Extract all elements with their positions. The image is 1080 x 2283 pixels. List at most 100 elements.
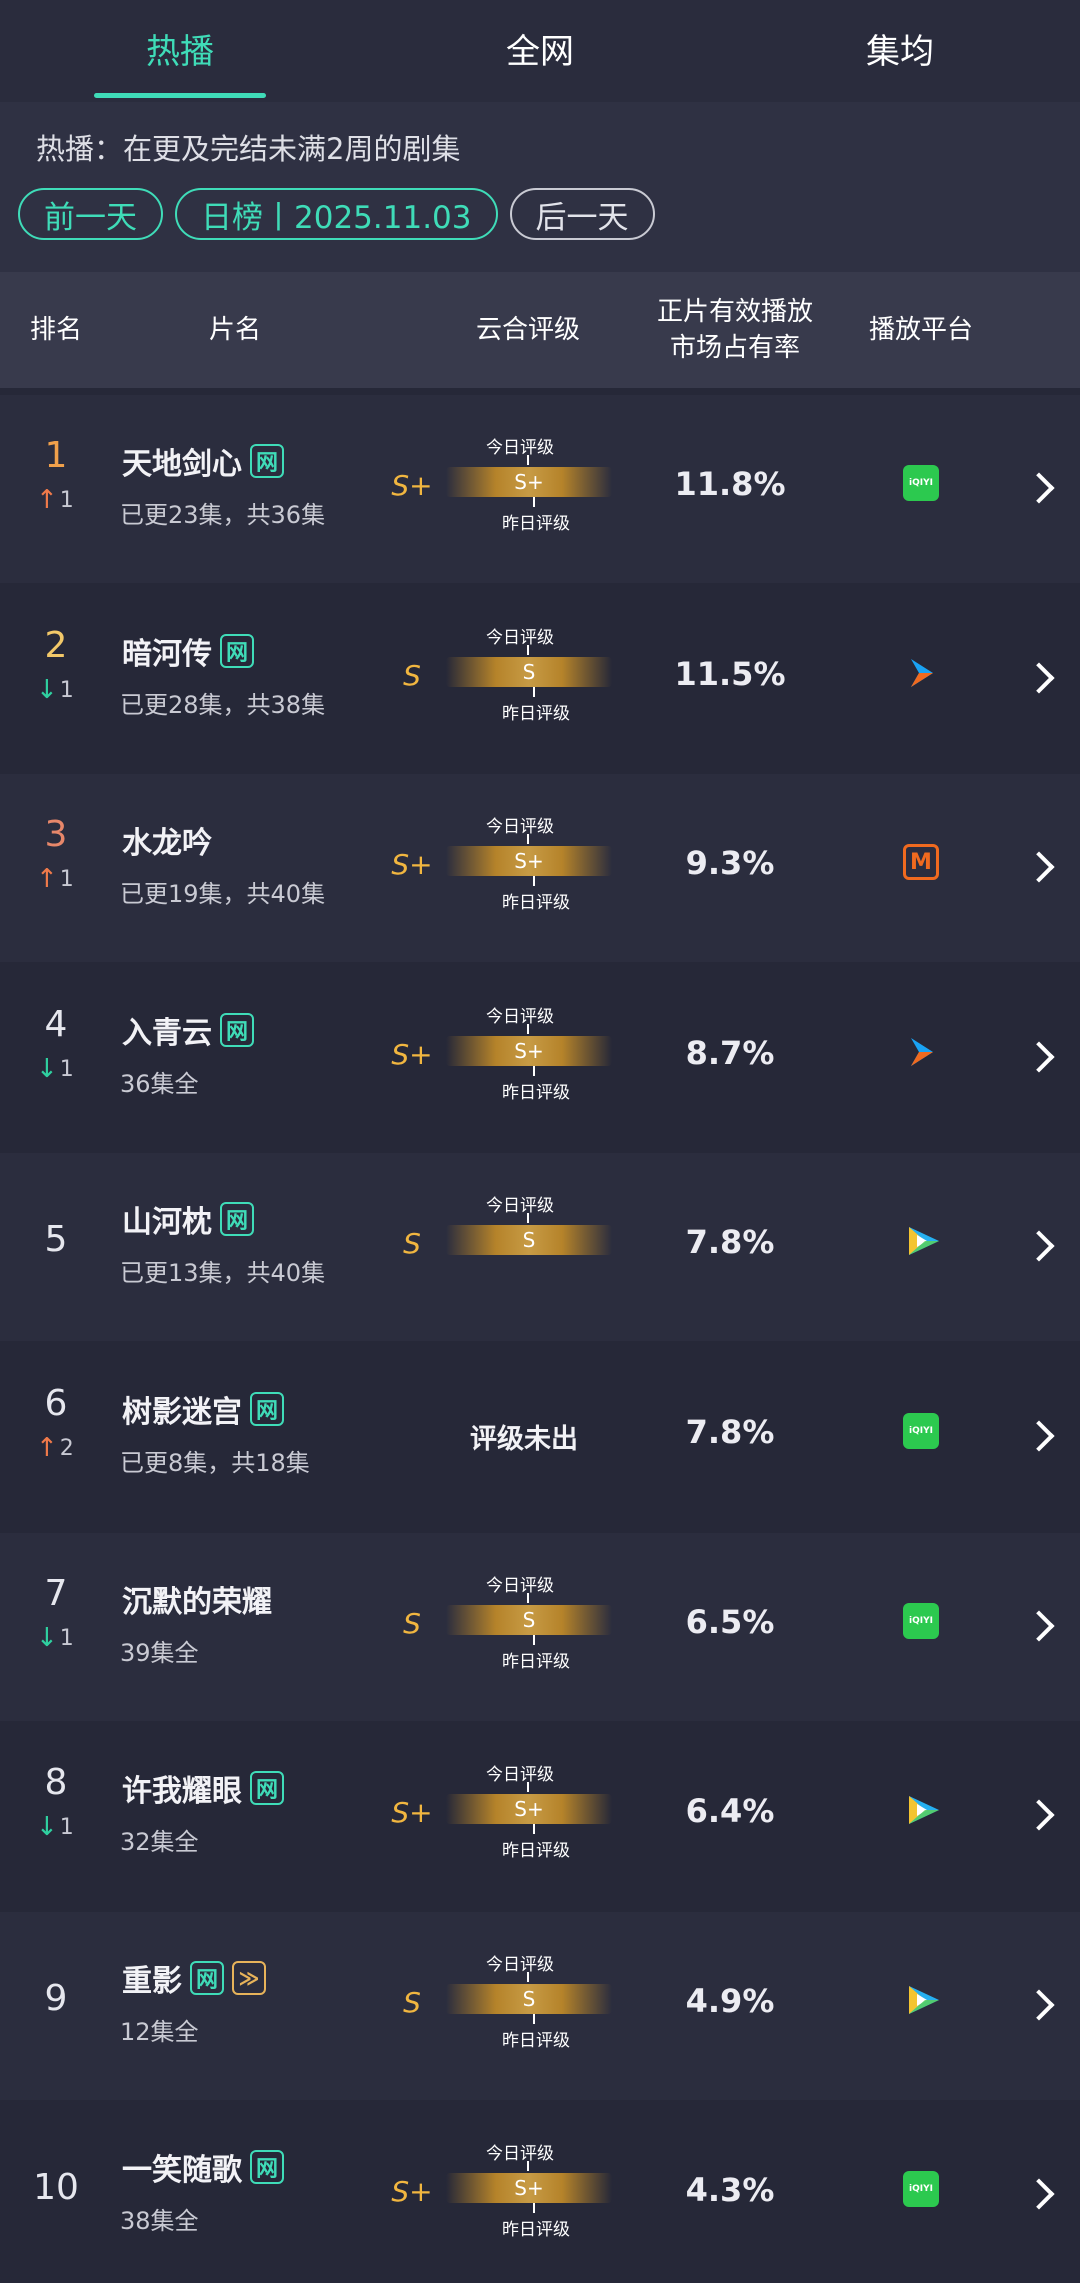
show-title-text: 天地剑心 [122, 447, 242, 482]
tab-per-episode[interactable]: 集均 [720, 0, 1080, 102]
yesterday-grade-label: 昨日评级 [502, 514, 570, 534]
show-title-text: 入青云 [122, 1016, 212, 1051]
iqiyi-icon[interactable]: iQIYI [903, 1413, 939, 1449]
show-title[interactable]: 天地剑心网 [122, 439, 284, 483]
table-row[interactable]: 1 ↑ 1 天地剑心网已更23集，共36集 S+ 今日评级 S+ 昨日评级 11.8% iQIYI [0, 395, 1080, 583]
table-row[interactable]: 3 ↑ 1 水龙吟 已更19集，共40集 S+ 今日评级 S+ 昨日评级 9.3% M [0, 774, 1080, 962]
table-row[interactable]: 2 ↓ 1 暗河传网已更28集，共38集 S 今日评级 S 昨日评级 11.5% [0, 585, 1080, 773]
show-title-text: 水龙吟 [122, 826, 212, 861]
table-row[interactable]: 6 ↑ 2 树影迷宫网已更8集，共18集 评级未出 7.8% iQIYI [0, 1343, 1080, 1531]
web-drama-tag: 网 [220, 1202, 254, 1236]
table-row[interactable]: 9 重影网 ≫ 12集全 S 今日评级 S 昨日评级 4.9% [0, 1912, 1080, 2100]
today-grade-label: 今日评级 [486, 628, 554, 648]
show-title-text: 一笑随歌 [122, 2153, 242, 2188]
show-title-text: 暗河传 [122, 637, 212, 672]
show-title[interactable]: 山河枕网 [122, 1197, 254, 1241]
web-drama-tag: 网 [190, 1961, 224, 1995]
tab-all-network[interactable]: 全网 [360, 0, 720, 102]
iqiyi-icon[interactable]: iQIYI [903, 2171, 939, 2207]
grade-bar: S [446, 1225, 612, 1255]
arrow-down-icon: ↓ [36, 675, 58, 705]
web-drama-tag: 网 [220, 1013, 254, 1047]
table-row[interactable]: 5 山河枕网已更13集，共40集 S 今日评级 S 7.8% [0, 1153, 1080, 1341]
yesterday-marker [533, 1824, 535, 1834]
web-drama-tag: 网 [250, 444, 284, 478]
yesterday-grade-label: 昨日评级 [502, 1652, 570, 1672]
show-title[interactable]: 暗河传网 [122, 629, 254, 673]
today-marker [527, 1024, 529, 1034]
grade-letter: S+ [391, 1796, 433, 1829]
date-selector[interactable]: 日榜丨2025.11.03 [175, 188, 498, 240]
grade-letter: S+ [391, 2175, 433, 2208]
tencent-video-icon[interactable] [903, 1792, 939, 1828]
episode-info: 36集全 [120, 1070, 199, 1098]
tab-hot[interactable]: 热播 [0, 0, 360, 102]
show-title-text: 树影迷宫 [122, 1395, 242, 1430]
market-share: 8.7% [685, 1034, 775, 1072]
chevron-right-icon[interactable] [1023, 1989, 1055, 2021]
show-title[interactable]: 入青云网 [122, 1008, 254, 1052]
show-title[interactable]: 许我耀眼网 [122, 1766, 284, 1810]
episode-info: 已更28集，共38集 [120, 691, 326, 719]
header-rank: 排名 [29, 315, 82, 345]
header-share-line2: 市场占有率 [669, 333, 800, 363]
youku-icon[interactable] [903, 1034, 939, 1070]
show-title[interactable]: 沉默的荣耀 [122, 1577, 272, 1621]
table-row[interactable]: 8 ↓ 1 许我耀眼网 32集全 S+ 今日评级 S+ 昨日评级 6.4% [0, 1722, 1080, 1910]
rank-number: 2 [44, 625, 68, 666]
show-title[interactable]: 一笑随歌网 [122, 2145, 284, 2189]
tencent-video-icon[interactable] [903, 1982, 939, 2018]
chevron-right-icon[interactable] [1023, 851, 1055, 883]
yesterday-grade-label: 昨日评级 [502, 704, 570, 724]
rank-change: ↑ 2 [36, 1435, 96, 1461]
chevron-right-icon[interactable] [1023, 2178, 1055, 2210]
yesterday-grade-label: 昨日评级 [502, 1841, 570, 1861]
rank-number: 7 [44, 1573, 68, 1614]
chevron-right-icon[interactable] [1023, 1041, 1055, 1073]
chevron-right-icon[interactable] [1023, 1230, 1055, 1262]
rank-change: ↓ 1 [36, 1625, 96, 1651]
table-row[interactable]: 10 一笑随歌网 38集全 S+ 今日评级 S+ 昨日评级 4.3% iQIYI [0, 2101, 1080, 2283]
grade-letter: S [403, 659, 421, 692]
rank-change: ↓ 1 [36, 1814, 96, 1840]
tab-bar: 热播 全网 集均 [0, 0, 1080, 102]
rank-change-value: 1 [59, 866, 74, 892]
iqiyi-icon[interactable]: iQIYI [903, 465, 939, 501]
show-title[interactable]: 水龙吟 [122, 818, 212, 862]
arrow-down-icon: ↓ [36, 1054, 58, 1084]
chevron-right-icon[interactable] [1023, 472, 1055, 504]
today-grade-label: 今日评级 [486, 1576, 554, 1596]
web-drama-tag: 网 [250, 2150, 284, 2184]
grade-bar: S+ [446, 1036, 612, 1066]
rank-change-value: 1 [59, 1625, 74, 1651]
today-grade-label: 今日评级 [486, 817, 554, 837]
chevron-right-icon[interactable] [1023, 1799, 1055, 1831]
chevron-right-icon[interactable] [1023, 1610, 1055, 1642]
iqiyi-icon[interactable]: iQIYI [903, 1603, 939, 1639]
episode-info: 已更13集，共40集 [120, 1259, 326, 1287]
show-title[interactable]: 树影迷宫网 [122, 1387, 284, 1431]
episode-info: 已更8集，共18集 [120, 1449, 310, 1477]
table-row[interactable]: 7 ↓ 1 沉默的荣耀 39集全 S 今日评级 S 昨日评级 6.5% iQIYI [0, 1533, 1080, 1721]
tencent-video-icon[interactable] [903, 1223, 939, 1259]
today-grade-label: 今日评级 [486, 438, 554, 458]
yesterday-marker [533, 2014, 535, 2024]
episode-info: 已更23集，共36集 [120, 501, 326, 529]
rank-change-value: 2 [59, 1435, 74, 1461]
prev-day-button[interactable]: 前一天 [18, 188, 163, 240]
next-day-button[interactable]: 后一天 [509, 188, 655, 240]
show-title-text: 许我耀眼 [122, 1774, 242, 1809]
web-drama-tag: 网 [220, 634, 254, 668]
show-title[interactable]: 重影网 ≫ [122, 1956, 266, 2000]
rank-number: 4 [44, 1004, 68, 1045]
grade-pending: 评级未出 [470, 1424, 578, 1455]
rank-change-value: 1 [59, 1056, 74, 1082]
chevron-right-icon[interactable] [1023, 1420, 1055, 1452]
chevron-right-icon[interactable] [1023, 662, 1055, 694]
mgtv-icon[interactable]: M [903, 844, 939, 880]
youku-icon[interactable] [903, 655, 939, 691]
today-marker [527, 2161, 529, 2171]
market-share: 11.5% [674, 655, 786, 693]
yesterday-marker [533, 1635, 535, 1645]
table-row[interactable]: 4 ↓ 1 入青云网 36集全 S+ 今日评级 S+ 昨日评级 8.7% [0, 964, 1080, 1152]
